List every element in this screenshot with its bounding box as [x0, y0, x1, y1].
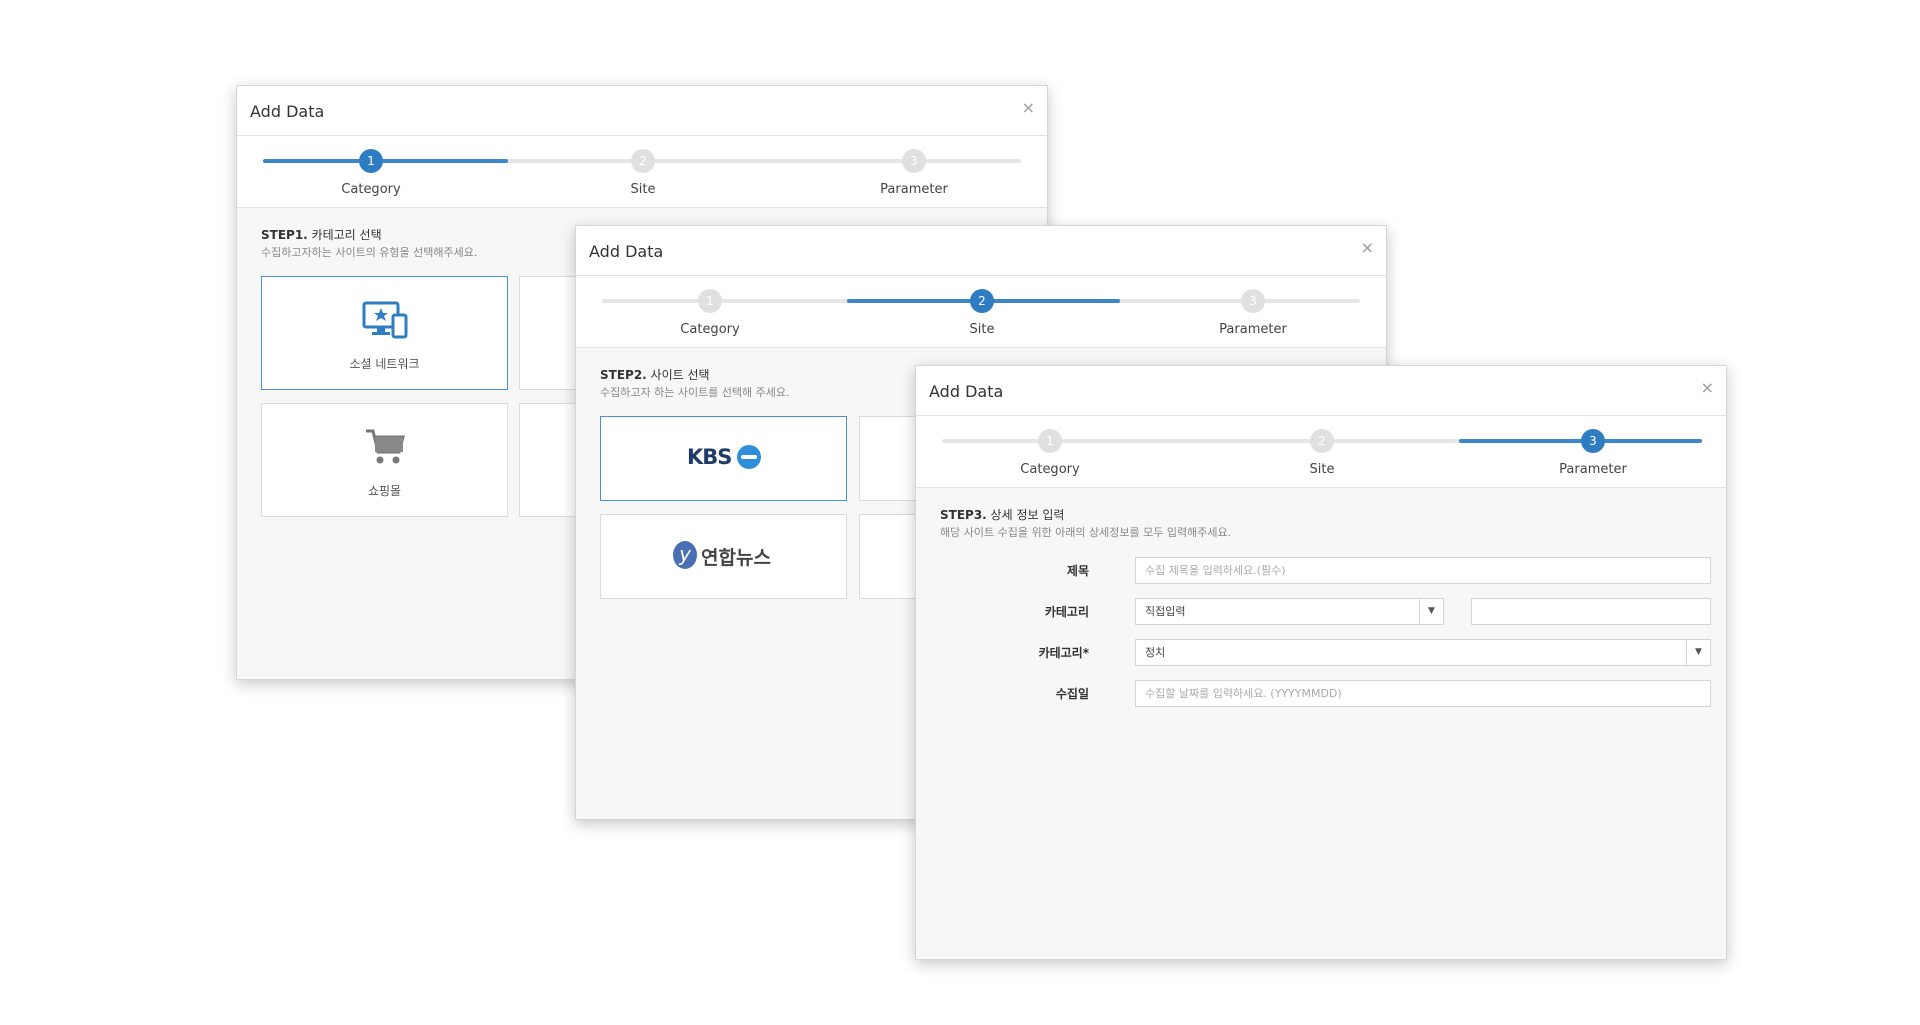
step-3-label: Parameter: [1219, 322, 1287, 337]
shopping-cart-icon: [365, 429, 405, 464]
step-2-label: Site: [969, 322, 995, 337]
date-label: 수집일: [1055, 687, 1089, 701]
add-data-dialog-step3: Add Data × 1 2 3 Category Site Parameter…: [915, 365, 1727, 960]
category-card-label: 소셜 네트워크: [349, 357, 420, 371]
stepper: 1 2 3 Category Site Parameter: [576, 276, 1386, 348]
step-description: 수집하고자하는 사이트의 유형을 선택해주세요.: [261, 246, 478, 259]
step-2-label: Site: [630, 182, 656, 197]
step-number: STEP2.: [600, 368, 647, 382]
step-description: 수집하고자 하는 사이트를 선택해 주세요.: [600, 386, 790, 399]
step-1-label: Category: [680, 322, 740, 337]
step-number: STEP1.: [261, 228, 308, 242]
kbs-logo-icon: [737, 445, 761, 469]
category-custom-input[interactable]: [1471, 598, 1711, 625]
title-label: 제목: [1066, 564, 1089, 578]
site-card-kbs[interactable]: KBS: [600, 416, 847, 501]
category-value: 정치: [1145, 646, 1166, 659]
step-2-indicator[interactable]: 2: [631, 149, 655, 173]
close-icon[interactable]: ×: [1361, 238, 1374, 257]
dialog-header: Add Data ×: [237, 86, 1047, 136]
step-2-indicator[interactable]: 2: [970, 289, 994, 313]
step-name: 사이트 선택: [646, 368, 710, 382]
step-3-indicator[interactable]: 3: [1581, 429, 1605, 453]
step-3-label: Parameter: [1559, 462, 1627, 477]
title-input[interactable]: 수집 제목을 입력하세요.(필수): [1135, 557, 1711, 584]
form-row-category-mode: 카테고리 직접입력 ▼: [916, 598, 1726, 626]
step-title: STEP3. 상세 정보 입력: [940, 506, 1064, 523]
stepper-progress: [263, 159, 508, 163]
step-2-label: Site: [1309, 462, 1335, 477]
yonhap-news-logo-icon: y: [673, 541, 697, 569]
step-title: STEP2. 사이트 선택: [600, 366, 710, 383]
category-label: 카테고리*: [1038, 646, 1089, 660]
dialog-header: Add Data ×: [576, 226, 1386, 276]
dialog-header: Add Data ×: [916, 366, 1726, 416]
step-3-indicator[interactable]: 3: [902, 149, 926, 173]
step-description: 해당 사이트 수집을 위한 아래의 상세정보를 모두 입력해주세요.: [940, 526, 1232, 539]
step-name: 카테고리 선택: [307, 228, 382, 242]
category-card-social-network[interactable]: 소셜 네트워크: [261, 276, 508, 390]
category-select[interactable]: 정치 ▼: [1135, 639, 1711, 666]
step-number: STEP3.: [940, 508, 987, 522]
step-1-indicator[interactable]: 1: [359, 149, 383, 173]
close-icon[interactable]: ×: [1022, 98, 1035, 117]
step-2-indicator[interactable]: 2: [1310, 429, 1334, 453]
stepper: 1 2 3 Category Site Parameter: [916, 416, 1726, 488]
social-network-icon: [362, 301, 407, 339]
step-3-indicator[interactable]: 3: [1241, 289, 1265, 313]
dialog-title: Add Data: [250, 102, 325, 121]
site-card-yonhap[interactable]: y 연합뉴스: [600, 514, 847, 599]
form-row-date: 수집일 수집할 날짜를 입력하세요. (YYYYMMDD): [916, 680, 1726, 708]
close-icon[interactable]: ×: [1701, 378, 1714, 397]
step-title: STEP1. 카테고리 선택: [261, 226, 382, 243]
chevron-down-icon[interactable]: ▼: [1419, 599, 1443, 624]
chevron-down-icon[interactable]: ▼: [1686, 640, 1710, 665]
step-name: 상세 정보 입력: [986, 508, 1065, 522]
category-mode-label: 카테고리: [1044, 605, 1089, 619]
form-row-title: 제목 수집 제목을 입력하세요.(필수): [916, 557, 1726, 585]
date-input[interactable]: 수집할 날짜를 입력하세요. (YYYYMMDD): [1135, 680, 1711, 707]
category-card-shopping-mall[interactable]: 쇼핑몰: [261, 403, 508, 517]
dialog-title: Add Data: [929, 382, 1004, 401]
step-1-indicator[interactable]: 1: [698, 289, 722, 313]
step-1-indicator[interactable]: 1: [1038, 429, 1062, 453]
stepper: 1 2 3 Category Site Parameter: [237, 136, 1047, 208]
step-3-label: Parameter: [880, 182, 948, 197]
step-1-label: Category: [1020, 462, 1080, 477]
form-row-category: 카테고리* 정치 ▼: [916, 639, 1726, 667]
yonhap-logo-text: 연합뉴스: [701, 547, 771, 569]
dialog-title: Add Data: [589, 242, 664, 261]
kbs-logo-text: KBS: [687, 445, 732, 469]
step-1-label: Category: [341, 182, 401, 197]
category-card-label: 쇼핑몰: [367, 484, 402, 498]
category-mode-value: 직접입력: [1145, 605, 1186, 618]
category-mode-select[interactable]: 직접입력 ▼: [1135, 598, 1444, 625]
